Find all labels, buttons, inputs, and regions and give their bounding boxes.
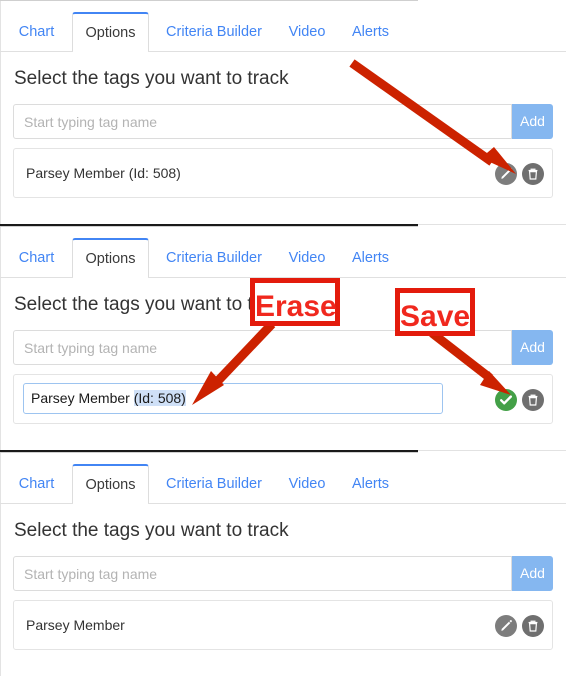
tag-list-item-3: Parsey Member [13,600,553,650]
add-button[interactable]: Add [512,556,553,591]
tab-chart[interactable]: Chart [8,12,65,52]
erase-callout: Erase [250,278,340,326]
search-input[interactable] [13,104,512,139]
tab-criteria-builder[interactable]: Criteria Builder [156,12,272,52]
page-title: Select the tags you want to track [14,294,289,315]
tag-search-row: Add [13,556,553,591]
save-callout: Save [395,288,475,336]
tab-bar: Chart Options Criteria Builder Video Ale… [0,12,566,52]
screenshot-root: Chart Options Criteria Builder Video Ale… [0,0,566,678]
trash-icon[interactable] [522,615,544,637]
tab-criteria-builder[interactable]: Criteria Builder [156,238,272,278]
tab-underline [0,51,566,52]
tab-bar: Chart Options Criteria Builder Video Ale… [0,238,566,278]
tab-alerts[interactable]: Alerts [343,464,398,504]
tab-bar: Chart Options Criteria Builder Video Ale… [0,464,566,504]
tab-chart[interactable]: Chart [8,464,65,504]
tab-alerts[interactable]: Alerts [343,238,398,278]
tab-alerts[interactable]: Alerts [343,12,398,52]
tab-video[interactable]: Video [280,238,334,278]
tab-video[interactable]: Video [280,12,334,52]
add-button[interactable]: Add [512,104,553,139]
trash-icon[interactable] [522,389,544,411]
panel-top-rule [0,452,418,453]
search-input[interactable] [13,556,512,591]
step-2-panel: Chart Options Criteria Builder Video Ale… [0,226,566,452]
step-1-panel: Chart Options Criteria Builder Video Ale… [0,0,566,226]
page-title: Select the tags you want to track [14,520,289,541]
edit-icon[interactable] [495,615,517,637]
tab-options[interactable]: Options [72,238,149,278]
tag-list-item-editing: Parsey Member (Id: 508) [13,374,553,424]
tab-video[interactable]: Video [280,464,334,504]
tag-edit-input[interactable]: Parsey Member (Id: 508) [23,383,443,414]
tab-options[interactable]: Options [72,12,149,52]
tag-label: Parsey Member [26,617,125,633]
trash-icon[interactable] [522,163,544,185]
panel-divider-light [418,224,566,225]
tab-chart[interactable]: Chart [8,238,65,278]
tab-options[interactable]: Options [72,464,149,504]
check-icon[interactable] [495,389,517,411]
tab-underline [0,503,566,504]
tag-search-row: Add [13,104,553,139]
tag-edit-text-selected: (Id: 508) [133,390,186,406]
tag-edit-text-plain: Parsey Member [31,390,134,406]
step-3-panel: Chart Options Criteria Builder Video Ale… [0,452,566,678]
tag-label: Parsey Member (Id: 508) [26,165,181,181]
panel-divider-light [418,450,566,451]
edit-icon[interactable] [495,163,517,185]
panel-top-rule [0,0,418,1]
tab-criteria-builder[interactable]: Criteria Builder [156,464,272,504]
add-button[interactable]: Add [512,330,553,365]
tag-list-item-1: Parsey Member (Id: 508) [13,148,553,198]
panel-top-rule [0,226,418,227]
page-title: Select the tags you want to track [14,68,289,89]
